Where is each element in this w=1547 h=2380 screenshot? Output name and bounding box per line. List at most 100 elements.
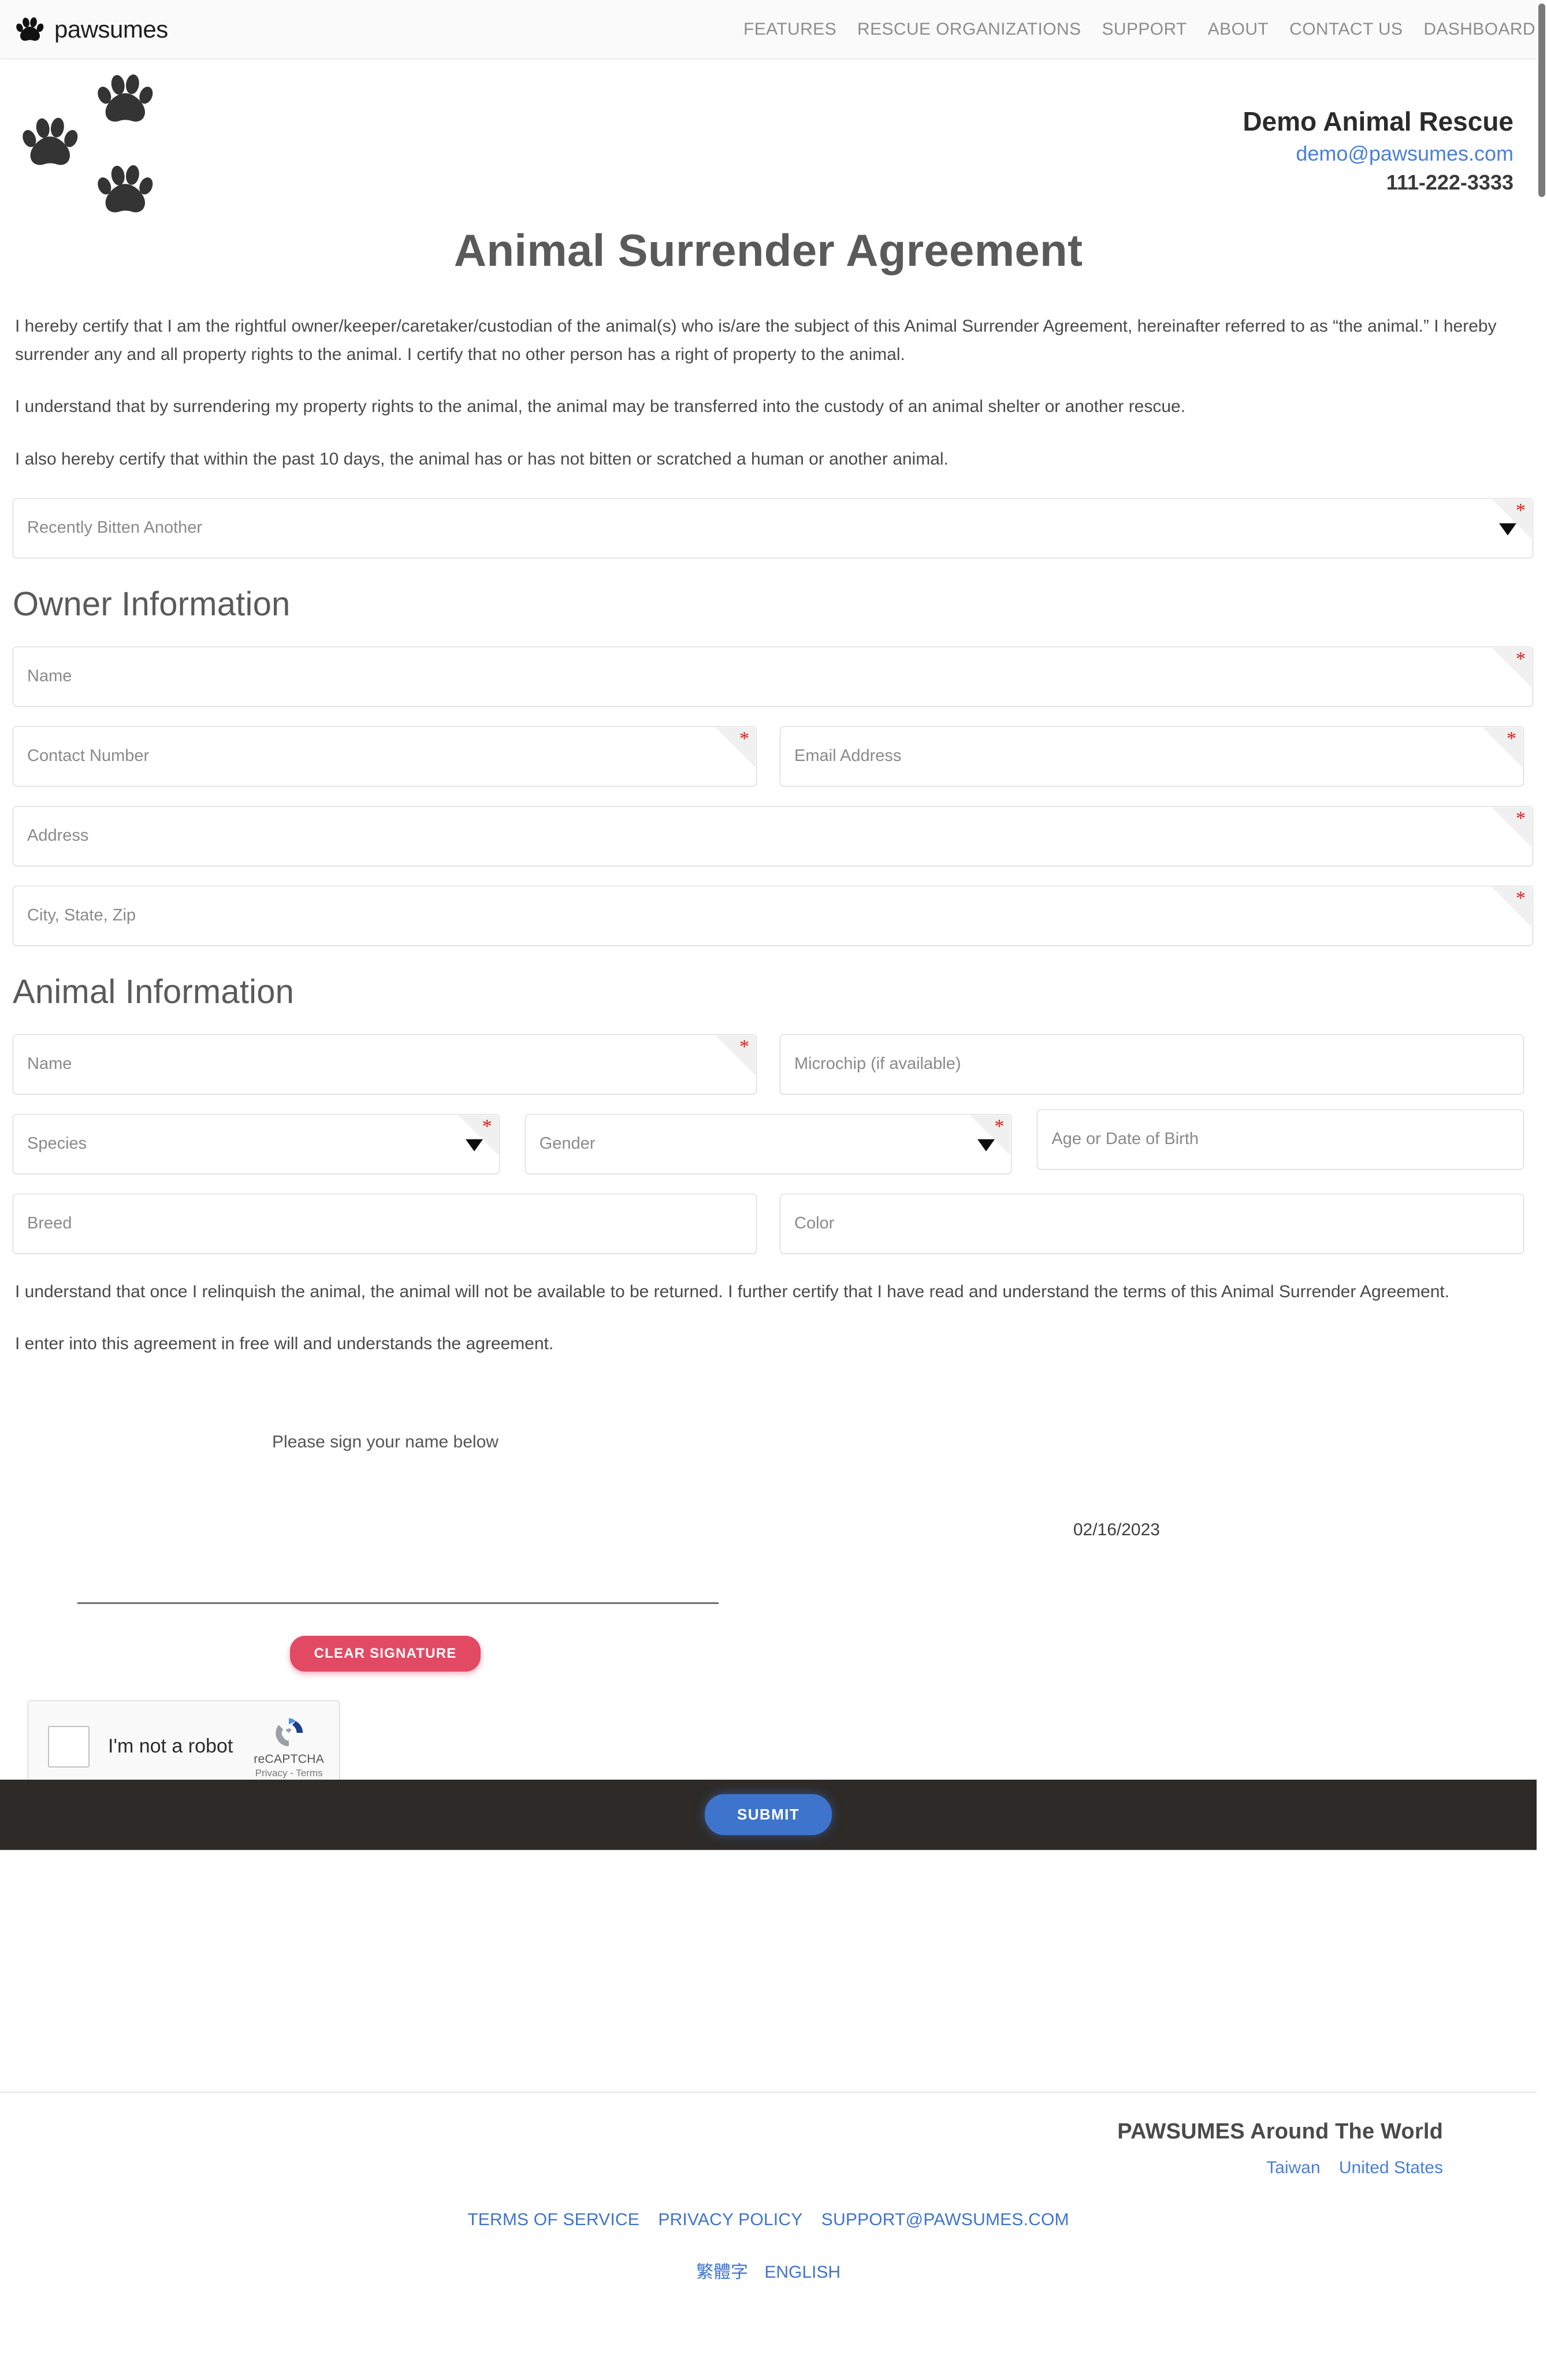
nav-item-dashboard[interactable]: DASHBOARD <box>1423 20 1535 39</box>
owner-address-input[interactable]: Address * <box>13 806 1533 866</box>
recaptcha-checkbox[interactable] <box>48 1726 90 1768</box>
required-asterisk: * <box>1507 729 1516 749</box>
required-asterisk: * <box>1516 649 1526 669</box>
agreement-paragraph-3: I also hereby certify that within the pa… <box>13 445 1524 474</box>
organization-logo <box>12 65 185 238</box>
required-asterisk: * <box>739 1037 749 1057</box>
required-corner <box>456 1115 499 1154</box>
page-title: Animal Surrender Agreement <box>13 224 1524 277</box>
footer-lang-english[interactable]: ENGLISH <box>764 2263 841 2282</box>
nav-item-support[interactable]: SUPPORT <box>1102 20 1187 39</box>
recently-bitten-label: Recently Bitten Another <box>13 518 202 537</box>
animal-species-row: Species * Gender * Age or Date of Birth <box>13 1114 1524 1174</box>
nav-item-features[interactable]: FEATURES <box>743 20 836 39</box>
agreement-paragraph-4: I understand that once I relinquish the … <box>13 1278 1524 1306</box>
submit-bar: SUBMIT <box>0 1780 1537 1850</box>
animal-breed-input[interactable]: Breed <box>13 1194 757 1254</box>
agreement-paragraph-2: I understand that by surrendering my pro… <box>13 393 1524 421</box>
footer-privacy-policy[interactable]: PRIVACY POLICY <box>658 2210 802 2229</box>
required-corner <box>1489 499 1532 539</box>
signature-prompt: Please sign your name below <box>13 1432 758 1452</box>
paw-print-icon <box>16 16 45 43</box>
footer-terms-of-service[interactable]: TERMS OF SERVICE <box>467 2210 639 2229</box>
footer-legal-links: TERMS OF SERVICE PRIVACY POLICY SUPPORT@… <box>13 2210 1524 2230</box>
animal-age-dob-label: Age or Date of Birth <box>1037 1130 1199 1149</box>
recaptcha-logo-icon <box>271 1714 307 1750</box>
required-asterisk: * <box>1516 501 1526 521</box>
owner-contact-number-label: Contact Number <box>13 747 149 766</box>
footer-world-title: PAWSUMES Around The World <box>13 2119 1443 2144</box>
required-corner <box>713 727 756 767</box>
required-corner <box>1489 807 1532 846</box>
agreement-paragraph-1: I hereby certify that I am the rightful … <box>13 313 1524 369</box>
animal-microchip-input[interactable]: Microchip (if available) <box>780 1034 1524 1094</box>
footer-region-taiwan[interactable]: Taiwan <box>1266 2158 1320 2177</box>
animal-species-select[interactable]: Species * <box>13 1114 500 1174</box>
nav-item-contact-us[interactable]: CONTACT US <box>1289 20 1403 39</box>
submit-button[interactable]: SUBMIT <box>705 1794 832 1835</box>
owner-information-heading: Owner Information <box>13 585 1524 623</box>
footer-support-email[interactable]: SUPPORT@PAWSUMES.COM <box>821 2210 1069 2229</box>
three-paw-prints-icon <box>12 65 185 238</box>
animal-breed-label: Breed <box>13 1214 72 1233</box>
required-corner <box>1489 887 1532 926</box>
animal-information-heading: Animal Information <box>13 972 1524 1011</box>
document-sheet: Demo Animal Rescue demo@pawsumes.com 111… <box>0 59 1537 1793</box>
nav-item-about[interactable]: ABOUT <box>1208 20 1269 39</box>
owner-address-label: Address <box>13 826 88 845</box>
animal-age-dob-input[interactable]: Age or Date of Birth <box>1037 1109 1524 1169</box>
nav-item-rescue-organizations[interactable]: RESCUE ORGANIZATIONS <box>857 20 1081 39</box>
recaptcha-brand-name: reCAPTCHA <box>254 1752 324 1766</box>
animal-name-label: Name <box>13 1055 72 1074</box>
signature-pad[interactable]: 02/16/2023 <box>13 1452 1524 1625</box>
signature-line <box>77 1602 719 1604</box>
recaptcha-widget[interactable]: I'm not a robot reCAPTCHA Privacy - Term… <box>28 1700 340 1793</box>
owner-email-address-input[interactable]: Email Address * <box>780 726 1524 786</box>
clear-signature-button[interactable]: CLEAR SIGNATURE <box>290 1636 481 1672</box>
signature-date: 02/16/2023 <box>1073 1520 1160 1540</box>
vertical-scrollbar[interactable] <box>1537 0 1547 2380</box>
organization-email[interactable]: demo@pawsumes.com <box>13 139 1513 169</box>
footer-region-united-states[interactable]: United States <box>1339 2158 1443 2177</box>
required-corner <box>1489 648 1532 687</box>
animal-name-row: Name * Microchip (if available) <box>13 1034 1524 1094</box>
brand-logo[interactable]: pawsumes <box>16 16 168 43</box>
required-corner <box>1480 727 1523 767</box>
animal-color-input[interactable]: Color <box>780 1194 1524 1254</box>
animal-color-label: Color <box>780 1214 834 1233</box>
required-asterisk: * <box>1516 809 1526 829</box>
footer-language-links: 繁體字 ENGLISH <box>13 2258 1524 2283</box>
organization-name: Demo Animal Rescue <box>13 105 1513 139</box>
required-asterisk: * <box>994 1117 1004 1137</box>
footer-world-block: PAWSUMES Around The World Taiwan United … <box>13 2093 1524 2178</box>
animal-microchip-label: Microchip (if available) <box>780 1055 961 1074</box>
animal-name-input[interactable]: Name * <box>13 1034 757 1094</box>
owner-city-state-zip-input[interactable]: City, State, Zip * <box>13 886 1533 946</box>
organization-info: Demo Animal Rescue demo@pawsumes.com 111… <box>13 59 1524 196</box>
chevron-down-icon <box>977 1139 995 1151</box>
animal-species-label: Species <box>13 1134 87 1153</box>
scrollbar-thumb[interactable] <box>1538 3 1545 197</box>
required-corner <box>968 1115 1010 1154</box>
clear-signature-wrapper: CLEAR SIGNATURE <box>13 1636 758 1672</box>
nav-links: FEATURES RESCUE ORGANIZATIONS SUPPORT AB… <box>743 20 1535 39</box>
footer-region-links: Taiwan United States <box>13 2158 1443 2178</box>
brand-name: pawsumes <box>54 16 168 43</box>
recaptcha-branding: reCAPTCHA Privacy - Terms <box>254 1714 324 1779</box>
owner-name-label: Name <box>13 667 72 686</box>
recaptcha-legal-links[interactable]: Privacy - Terms <box>254 1768 324 1779</box>
owner-contact-number-input[interactable]: Contact Number * <box>13 726 757 786</box>
required-asterisk: * <box>1516 889 1526 908</box>
animal-gender-select[interactable]: Gender * <box>525 1114 1012 1174</box>
agreement-paragraph-5: I enter into this agreement in free will… <box>13 1330 1524 1358</box>
required-asterisk: * <box>482 1117 492 1137</box>
required-asterisk: * <box>739 729 749 749</box>
owner-name-input[interactable]: Name * <box>13 647 1533 707</box>
required-corner <box>713 1035 756 1075</box>
footer-lang-traditional-chinese[interactable]: 繁體字 <box>696 2263 748 2282</box>
animal-gender-label: Gender <box>526 1134 596 1153</box>
organization-phone: 111-222-3333 <box>13 169 1513 197</box>
chevron-down-icon <box>1499 523 1516 535</box>
recently-bitten-select[interactable]: Recently Bitten Another * <box>13 498 1533 558</box>
chevron-down-icon <box>466 1139 483 1151</box>
